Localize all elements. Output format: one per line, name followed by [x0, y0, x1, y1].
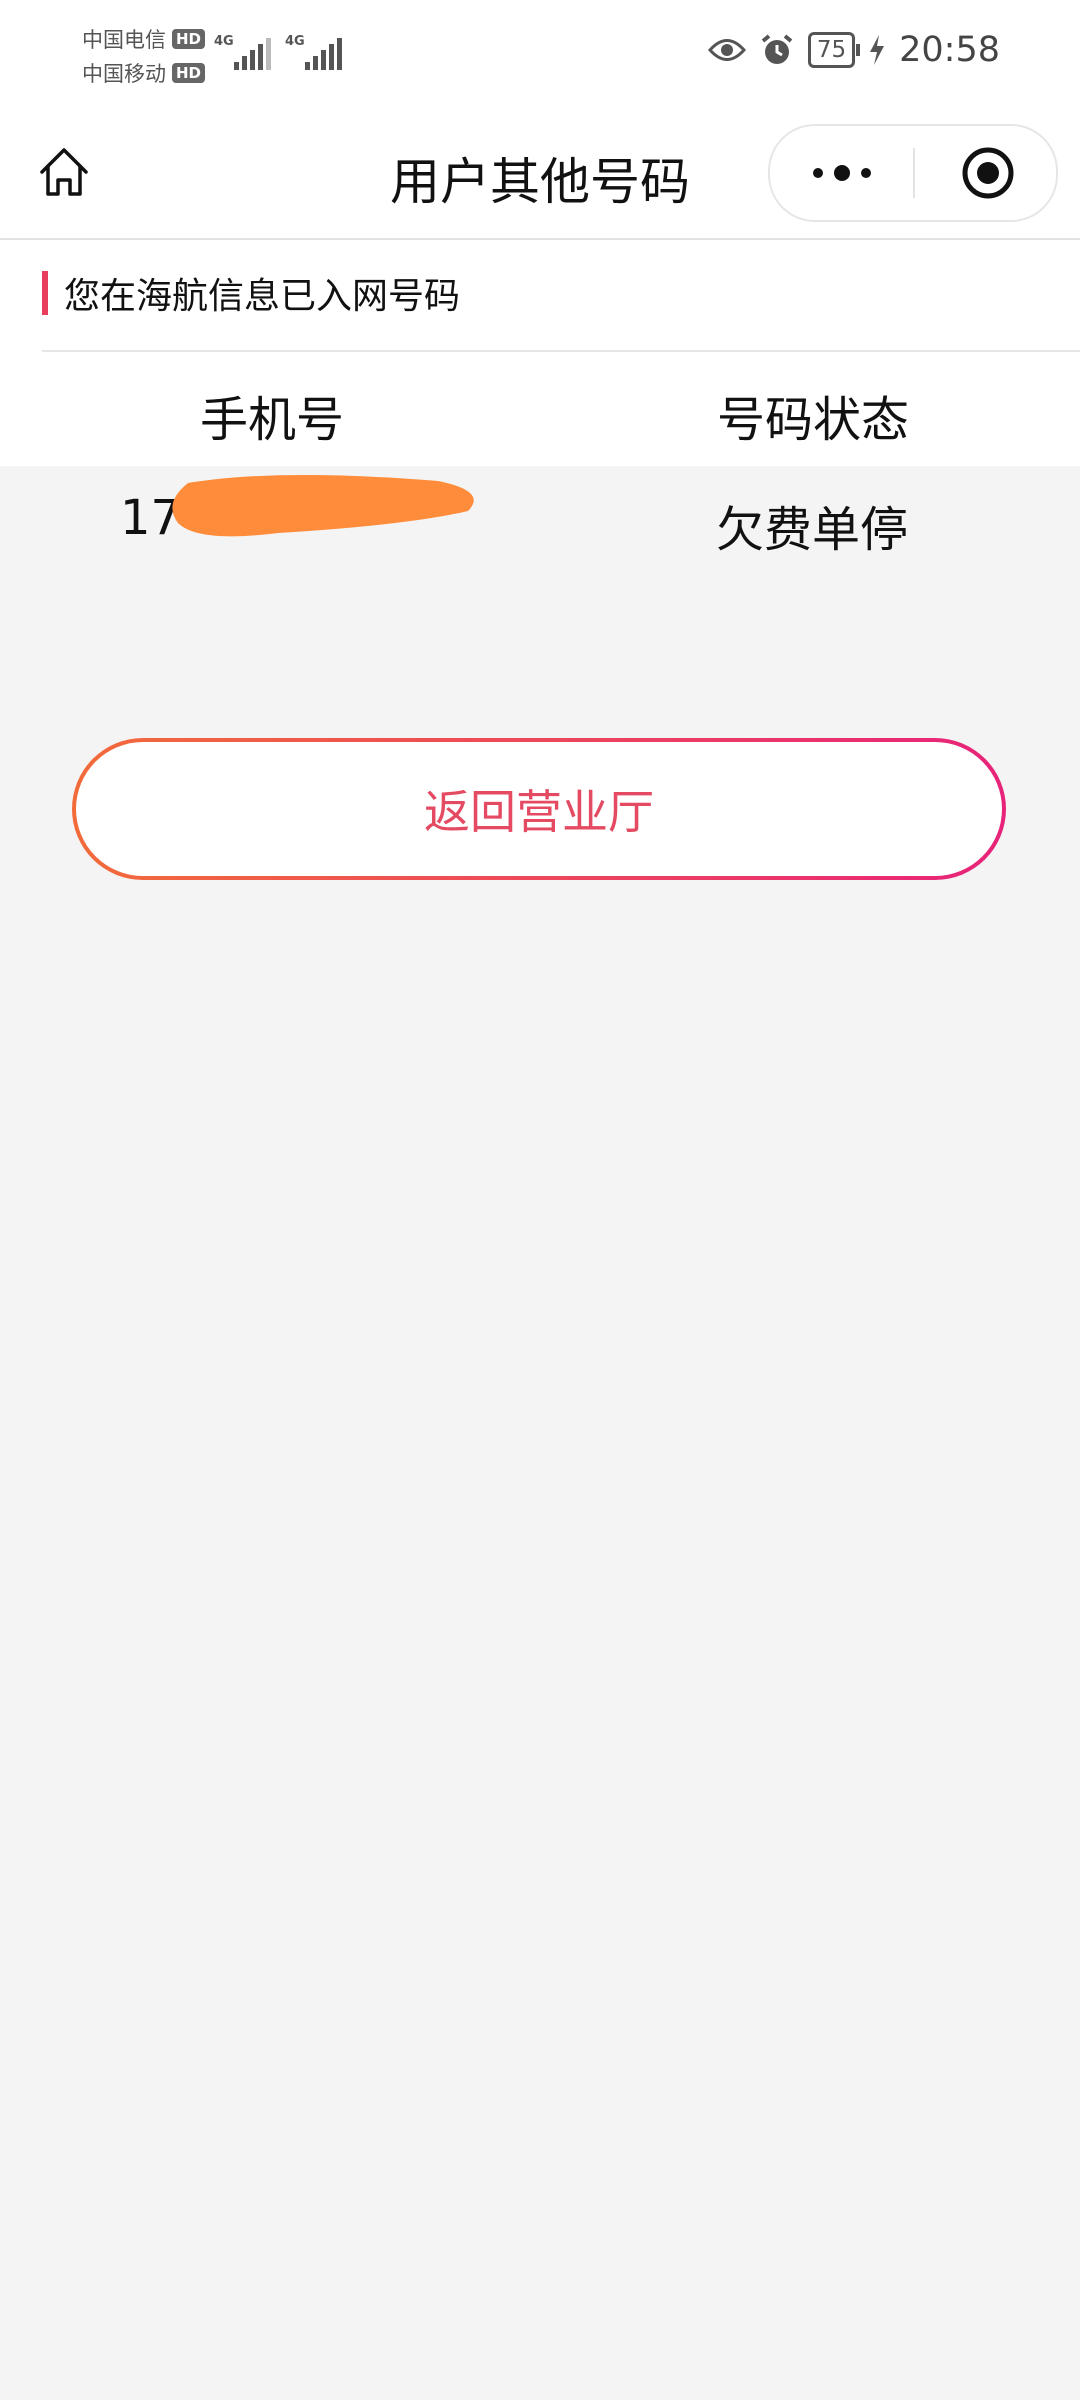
capsule-divider — [913, 148, 915, 198]
accent-bar — [42, 271, 48, 315]
nav-bar: 用户其他号码 — [0, 110, 1080, 240]
carrier-name: 中国电信 — [82, 28, 166, 52]
alarm-icon — [761, 34, 793, 64]
number-status: 欠费单停 — [716, 502, 909, 558]
battery-level: 75 — [807, 32, 861, 68]
column-header-status: 号码状态 — [717, 392, 910, 448]
divider — [42, 350, 1080, 352]
status-bar: 中国电信 HD 中国移动 HD 4G 4G 75 20:58 — [0, 0, 1080, 110]
more-dots-icon[interactable] — [810, 160, 874, 186]
back-to-hall-button[interactable]: 返回营业厅 — [72, 738, 1006, 880]
hd-badge: HD — [172, 63, 206, 83]
hd-badge: HD — [172, 29, 206, 49]
network-type: 4G — [214, 34, 234, 49]
section-title: 您在海航信息已入网号码 — [42, 270, 461, 317]
eye-icon — [707, 39, 746, 61]
carrier-name: 中国移动 — [82, 62, 166, 86]
network-type: 4G — [285, 34, 305, 49]
mini-program-capsule — [768, 124, 1058, 222]
charging-icon — [870, 35, 885, 65]
column-header-phone: 手机号 — [200, 392, 345, 448]
target-icon[interactable] — [960, 145, 1016, 201]
back-button-label: 返回营业厅 — [76, 742, 1002, 876]
signal-indicators: 4G 4G — [214, 34, 342, 70]
status-right: 75 20:58 — [707, 30, 1000, 70]
section-title-text: 您在海航信息已入网号码 — [64, 276, 461, 317]
signal-icon: 4G — [285, 34, 342, 70]
carrier-info: 中国电信 HD 中国移动 HD — [82, 22, 206, 90]
redaction-scribble — [172, 474, 474, 537]
clock: 20:58 — [899, 30, 1000, 70]
number-section: 您在海航信息已入网号码 手机号 号码状态 — [0, 240, 1080, 466]
signal-icon: 4G — [214, 34, 271, 70]
